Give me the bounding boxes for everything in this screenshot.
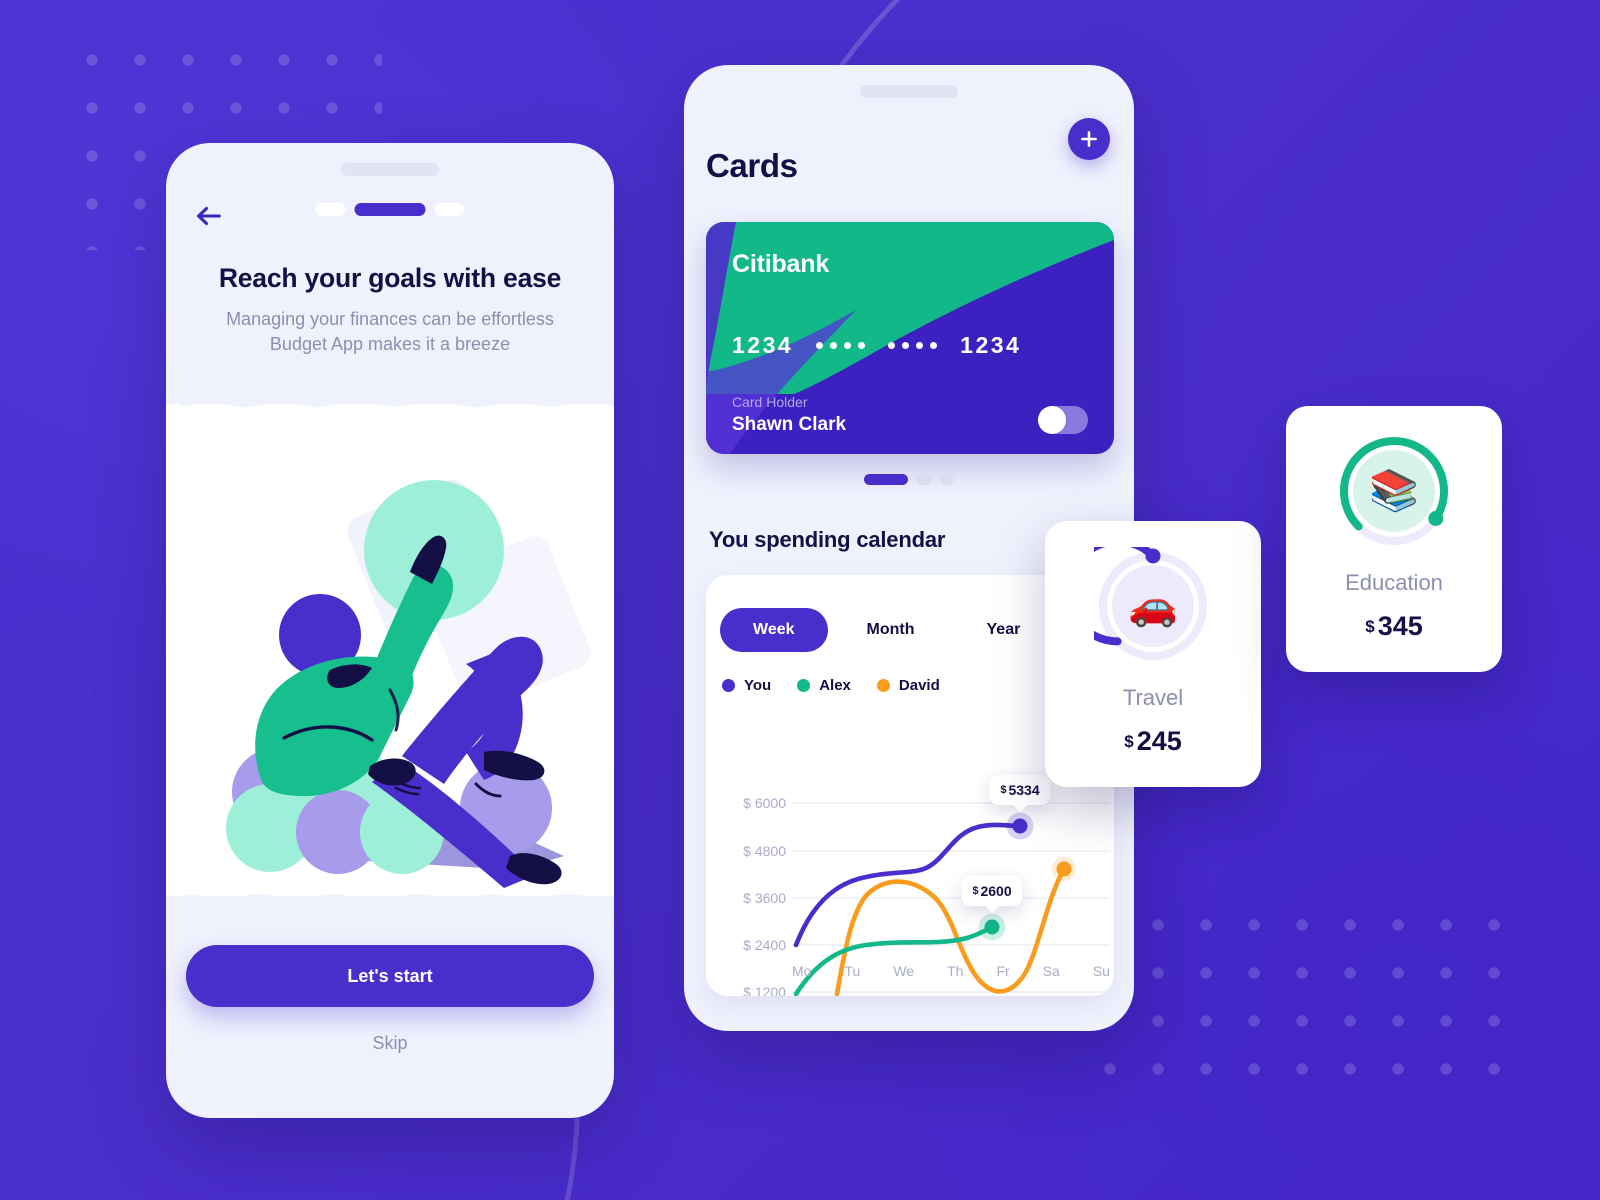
education-amount: $345 [1286, 611, 1502, 642]
skip-button[interactable]: Skip [166, 1033, 614, 1054]
chart-x-axis: Mo Tu We Th Fr Sa Su [792, 963, 1114, 979]
phone-speaker-notch [860, 85, 958, 98]
legend-swatch-you [722, 679, 735, 692]
legend-label-you: You [744, 677, 772, 694]
education-category-name: Education [1345, 570, 1443, 595]
progress-dot-1[interactable] [315, 203, 346, 216]
page-title: Cards [706, 147, 798, 184]
category-card-travel[interactable]: 🚗 Travel $245 [1045, 521, 1261, 787]
tab-month[interactable]: Month [834, 608, 948, 652]
x-tick-we: We [893, 963, 915, 979]
legend-item-you[interactable]: You [722, 677, 771, 694]
card-number-last: 1234 [960, 332, 1022, 358]
chart-marker-david [1056, 861, 1072, 877]
travel-progress-ring: 🚗 [1063, 537, 1212, 665]
card-pager-dot-3[interactable] [940, 474, 954, 485]
car-icon: 🚗 [1128, 584, 1178, 628]
tooltip-value-alex: 2600 [980, 883, 1012, 899]
travel-amount: $245 [1045, 726, 1261, 757]
chart-legend: You Alex David [722, 677, 940, 694]
chart-tooltip-you: $5334 [989, 775, 1051, 805]
card-number-masked-2 [888, 342, 938, 349]
x-tick-fr: Fr [996, 963, 1010, 979]
card-number-first: 1234 [732, 332, 794, 358]
card-holder-name: Shawn Clark [732, 414, 847, 435]
travel-category-name: Travel [1122, 685, 1184, 710]
toggle-knob [1038, 406, 1066, 434]
card-holder-label: Card Holder [732, 394, 808, 410]
bank-card[interactable]: Citibank 1234 1234 Card Holder Shawn Cla… [706, 222, 1114, 454]
x-tick-sa: Sa [1042, 963, 1060, 979]
x-tick-tu: Tu [844, 963, 861, 979]
travel-currency: $ [1124, 732, 1134, 751]
bank-name: Citibank [732, 250, 830, 278]
onboarding-progress-indicator[interactable] [315, 203, 465, 216]
education-amount-value: 345 [1377, 611, 1423, 641]
legend-label-alex: Alex [819, 677, 851, 694]
onboarding-subtitle-line-1: Managing your finances can be effortless [226, 309, 554, 329]
progress-dot-2-active[interactable] [354, 203, 426, 216]
x-tick-th: Th [947, 963, 964, 979]
chart-marker-you-friday[interactable] [1006, 812, 1034, 840]
education-currency: $ [1365, 617, 1375, 636]
onboarding-illustration [166, 404, 614, 896]
chart-marker-alex-friday[interactable] [978, 913, 1006, 941]
progress-dot-3[interactable] [434, 203, 465, 216]
phone-speaker-notch [341, 163, 439, 176]
range-tab-group[interactable]: Week Month Year [720, 608, 1053, 652]
phone-onboarding-screen: Reach your goals with ease Managing your… [166, 143, 614, 1118]
card-pager-dot-2[interactable] [917, 474, 931, 485]
x-tick-mo: Mo [792, 963, 812, 979]
chart-tooltip-alex: $2600 [961, 876, 1023, 906]
onboarding-subtitle: Managing your finances can be effortless… [200, 307, 580, 357]
card-carousel-pager[interactable] [684, 474, 1134, 485]
x-tick-su: Su [1092, 963, 1110, 979]
section-title-spending-calendar: You spending calendar [709, 527, 946, 552]
card-active-toggle[interactable] [1038, 406, 1088, 434]
tab-year[interactable]: Year [954, 608, 1054, 652]
legend-item-alex[interactable]: Alex [797, 677, 851, 694]
card-number: 1234 1234 [732, 332, 1021, 359]
tab-week[interactable]: Week [720, 608, 828, 652]
legend-item-david[interactable]: David [876, 677, 940, 694]
legend-label-david: David [898, 677, 940, 694]
plus-icon [1081, 131, 1097, 147]
category-card-education[interactable]: 📚 Education $345 [1286, 406, 1502, 672]
card-pager-dot-1-active[interactable] [864, 474, 908, 485]
education-progress-ring: 📚 [1335, 432, 1453, 550]
chart-line-alex [793, 924, 995, 996]
books-icon: 📚 [1369, 469, 1419, 513]
onboarding-subtitle-line-2: Budget App makes it a breeze [269, 334, 511, 354]
tooltip-currency-alex: $ [972, 885, 979, 897]
legend-swatch-david [876, 679, 890, 692]
legend-swatch-alex [797, 679, 811, 692]
lets-start-button[interactable]: Let's start [186, 945, 594, 1007]
add-card-button[interactable] [1068, 118, 1110, 160]
card-number-masked-1 [816, 342, 866, 349]
onboarding-title: Reach your goals with ease [218, 263, 562, 293]
tooltip-currency-you: $ [1000, 784, 1007, 796]
back-arrow-icon[interactable] [192, 199, 226, 233]
travel-amount-value: 245 [1136, 726, 1182, 756]
tooltip-value-you: 5334 [1008, 782, 1040, 798]
